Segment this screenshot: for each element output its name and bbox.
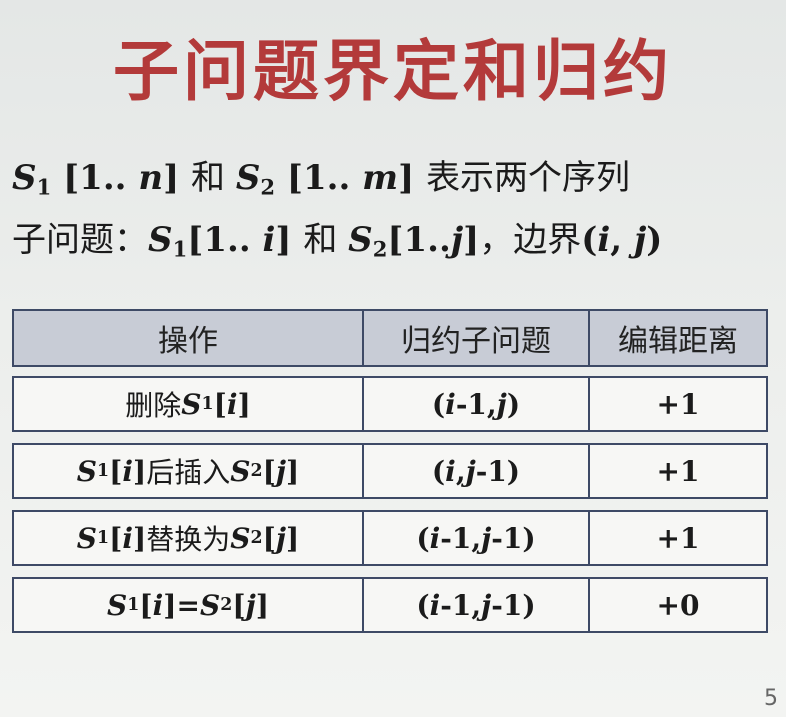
boundary-comma: , <box>610 220 634 260</box>
bracket: ] <box>237 387 251 421</box>
operation-cell: S 1[i] 后插入 S 2[j] <box>76 454 300 490</box>
s2-symbol: S <box>348 220 373 260</box>
s1-symbol: S <box>148 220 173 260</box>
boundary-i: i <box>597 220 611 260</box>
subproblem-cell: (i -1, j) <box>362 378 588 430</box>
operation-cell: 删除 S 1[i] <box>14 378 362 430</box>
operation-cell: S 1[i] 替换为 S 2[j] <box>76 521 300 557</box>
and-word: 和 <box>191 158 236 198</box>
s1-length-var: n <box>138 158 164 198</box>
boundary-close: ) <box>646 220 663 260</box>
cost-cell: +1 <box>588 512 766 564</box>
s1-range-close: ] <box>163 158 191 198</box>
s1-range-open: [1.. <box>187 220 263 260</box>
s2-subscript: 2 <box>372 236 388 262</box>
subscript: 1 <box>201 394 214 414</box>
s2-range-close: ] <box>463 220 480 260</box>
reduction-table: 操作 归约子问题 编辑距离 删除 S 1[i] (i -1, j) +1 S 1[i] 后… <box>12 309 768 644</box>
boundary-open: ( <box>581 220 598 260</box>
bracket: [ <box>213 387 227 421</box>
index: i <box>226 387 238 421</box>
s2-range-close: ] <box>398 158 427 198</box>
cost-cell: +1 <box>588 378 766 430</box>
header-edit-distance: 编辑距离 <box>588 311 766 365</box>
op-text: 删除 <box>125 389 182 422</box>
s1-subscript: 1 <box>172 236 188 262</box>
table-row: S 1[i]= S 2[j] (i -1, j -1) +0 <box>12 577 768 633</box>
table-header-row: 操作 归约子问题 编辑距离 <box>12 309 768 367</box>
boundary-j: j <box>633 220 647 260</box>
sequence-definition-line: S1 [1.. n] 和 S2 [1.. m] 表示两个序列 <box>12 150 630 199</box>
s2-symbol: S <box>235 158 261 198</box>
s2-range-open: [1.. <box>275 158 363 198</box>
table-row: S 1[i] 替换为 S 2[j] (i -1, j -1) +1 <box>12 510 768 566</box>
subproblem-label: 子问题： <box>12 220 148 260</box>
s-symbol: S <box>181 387 202 421</box>
cost-cell: +1 <box>588 445 766 497</box>
s2-range-open: [1.. <box>387 220 451 260</box>
slide-title: 子问题界定和归约 <box>113 33 673 110</box>
subproblem-definition-line: 子问题：S1[1.. i] 和 S2[1..j]，边界(i, j) <box>12 212 662 261</box>
table-row: 删除 S 1[i] (i -1, j) +1 <box>12 376 768 432</box>
s2-subscript: 2 <box>260 174 276 200</box>
s2-index-var: j <box>450 220 464 260</box>
header-operation: 操作 <box>158 324 218 359</box>
s1-subscript: 1 <box>36 174 52 200</box>
operation-cell: S 1[i]= S 2[j] <box>107 588 269 622</box>
s1-range-open: [1.. <box>51 158 139 198</box>
page-number: 5 <box>764 686 778 711</box>
sequence-description: 表示两个序列 <box>426 158 631 198</box>
and-word: 和 <box>303 220 349 260</box>
subproblem-cell: (i -1, j -1) <box>362 579 588 631</box>
subproblem-cell: (i -1, j -1) <box>362 512 588 564</box>
s1-symbol: S <box>12 158 37 198</box>
s1-index-var: i <box>262 220 276 260</box>
table-row: S 1[i] 后插入 S 2[j] (i, j -1) +1 <box>12 443 768 499</box>
cost-cell: +0 <box>588 579 766 631</box>
s1-range-close: ] <box>275 220 304 260</box>
s2-length-var: m <box>362 158 399 198</box>
header-subproblem: 归约子问题 <box>362 311 588 365</box>
subproblem-cell: (i, j -1) <box>362 445 588 497</box>
boundary-label: ，边界 <box>479 220 582 260</box>
